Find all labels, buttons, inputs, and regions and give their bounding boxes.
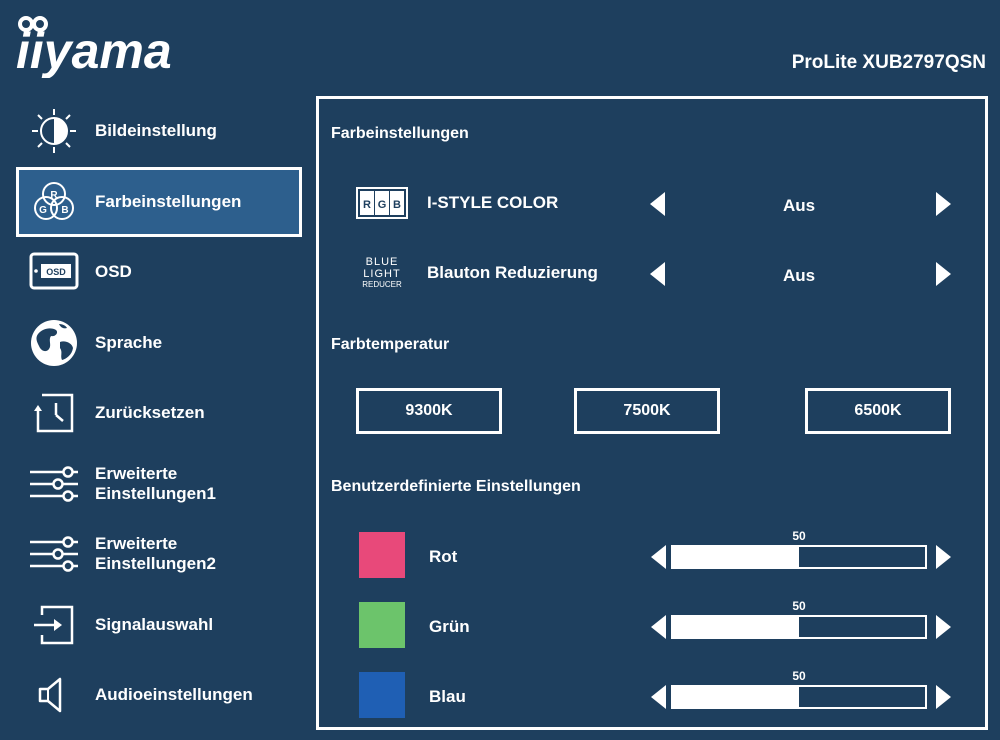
- speaker-icon: [28, 669, 80, 721]
- svg-text:R: R: [50, 190, 58, 201]
- sidebar-item-farbeinstellungen[interactable]: R G B Farbeinstellungen: [16, 166, 302, 237]
- sidebar-menu: Bildeinstellung R G B Farbeinstellungen …: [16, 96, 302, 731]
- temp-preset-6500k[interactable]: 6500K: [805, 388, 951, 434]
- option-label: Blauton Reduzierung: [427, 263, 598, 282]
- color-swatch: [359, 672, 405, 718]
- increase-arrow-icon[interactable]: [936, 615, 951, 639]
- decrease-arrow-icon[interactable]: [650, 262, 665, 286]
- sidebar-item-signalauswahl[interactable]: Signalauswahl: [16, 590, 302, 661]
- channel-label: Blau: [429, 687, 466, 706]
- icon-letter-g: G: [378, 199, 387, 211]
- icon-text-light: LIGHT: [363, 268, 401, 280]
- brightness-icon: [28, 105, 80, 157]
- sidebar-item-audioeinstellungen[interactable]: Audioeinstellungen: [16, 660, 302, 731]
- sidebar-item-label: OSD: [95, 262, 132, 282]
- temp-preset-7500k[interactable]: 7500K: [574, 388, 720, 434]
- option-value: Aus: [782, 196, 816, 215]
- svg-text:B: B: [61, 205, 68, 216]
- sidebar-item-label: Sprache: [95, 332, 163, 352]
- sidebar-item-label: Farbeinstellungen: [95, 191, 242, 211]
- globe-icon: [28, 317, 80, 369]
- slider-track[interactable]: [671, 685, 927, 709]
- panel-title: Farbeinstellungen: [331, 125, 469, 142]
- increase-arrow-icon[interactable]: [936, 192, 951, 216]
- slider-value: 50: [792, 599, 806, 613]
- sidebar-item-label: Bildeinstellung: [95, 121, 217, 141]
- sidebar-item-bildeinstellung[interactable]: Bildeinstellung: [16, 96, 302, 167]
- slider-value: 50: [792, 669, 806, 683]
- sidebar-item-label: Zurücksetzen: [95, 403, 205, 423]
- channel-label: Grün: [429, 617, 470, 636]
- sidebar-item-erweiterte-einstellungen2[interactable]: Erweiterte Einstellungen2: [16, 519, 302, 590]
- decrease-arrow-icon[interactable]: [650, 192, 665, 216]
- slider-fill: [673, 687, 799, 707]
- decrease-arrow-icon[interactable]: [651, 545, 666, 569]
- option-value: Aus: [782, 266, 816, 285]
- sidebar-item-sprache[interactable]: Sprache: [16, 308, 302, 379]
- rgb-color-icon: R G B: [28, 176, 80, 228]
- color-swatch: [359, 602, 405, 648]
- sidebar-item-label: Audioeinstellungen: [95, 685, 253, 705]
- rgb-bars-icon: R G B: [355, 183, 409, 223]
- settings-panel: Farbeinstellungen R G B I-STYLE COLOR Au…: [316, 96, 988, 730]
- icon-letter-r: R: [363, 199, 371, 211]
- slider-fill: [673, 547, 799, 567]
- sidebar-item-osd[interactable]: OSD OSD: [16, 237, 302, 308]
- reset-clock-icon: [28, 387, 80, 439]
- blue-light-reducer-icon: BLUE LIGHT REDUCER: [355, 253, 409, 293]
- slider-track[interactable]: [671, 545, 927, 569]
- decrease-arrow-icon[interactable]: [651, 685, 666, 709]
- increase-arrow-icon[interactable]: [936, 685, 951, 709]
- channel-label: Rot: [429, 547, 458, 566]
- slider-track[interactable]: [671, 615, 927, 639]
- sidebar-item-erweiterte-einstellungen1[interactable]: Erweiterte Einstellungen1: [16, 449, 302, 520]
- slider-value: 50: [792, 529, 806, 543]
- custom-title: Benutzerdefinierte Einstellungen: [331, 478, 581, 495]
- color-swatch: [359, 532, 405, 578]
- input-source-icon: [28, 599, 80, 651]
- sidebar-item-label: Erweiterte Einstellungen2: [95, 534, 216, 574]
- svg-text:OSD: OSD: [46, 267, 66, 277]
- temperature-title: Farbtemperatur: [331, 336, 450, 353]
- option-label: I-STYLE COLOR: [427, 193, 559, 212]
- increase-arrow-icon[interactable]: [936, 545, 951, 569]
- icon-text-reducer: REDUCER: [362, 280, 402, 289]
- sidebar-item-zuruecksetzen[interactable]: Zurücksetzen: [16, 378, 302, 449]
- sliders-icon: [28, 528, 80, 580]
- iiyama-logo: iiyama: [16, 16, 172, 78]
- icon-letter-b: B: [393, 199, 401, 211]
- sidebar-item-label: Signalauswahl: [95, 614, 214, 634]
- temp-preset-9300k[interactable]: 9300K: [356, 388, 502, 434]
- icon-text-blue: BLUE: [365, 256, 399, 268]
- sliders-icon: [28, 458, 80, 510]
- decrease-arrow-icon[interactable]: [651, 615, 666, 639]
- model-name: ProLite XUB2797QSN: [791, 52, 986, 73]
- osd-icon: OSD: [28, 246, 80, 298]
- brand-text: iiyama: [16, 23, 172, 78]
- sidebar-item-label: Erweiterte Einstellungen1: [95, 463, 216, 503]
- increase-arrow-icon[interactable]: [936, 262, 951, 286]
- slider-fill: [673, 617, 799, 637]
- svg-text:G: G: [39, 205, 47, 216]
